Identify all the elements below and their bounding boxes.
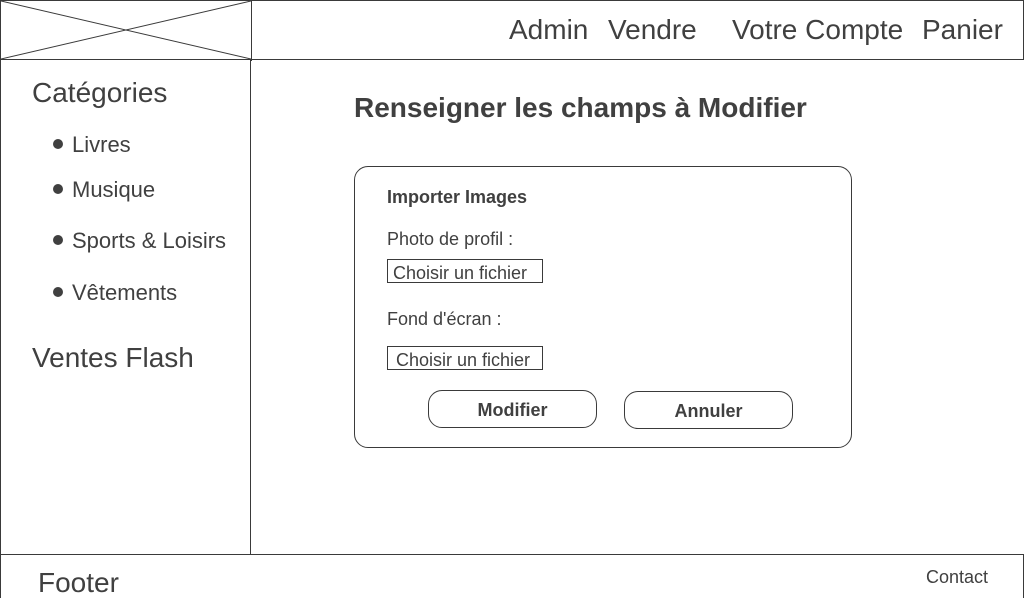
bullet-icon [53, 139, 63, 149]
sidebar: Catégories Livres Musique Sports & Loisi… [0, 59, 251, 555]
image-placeholder-icon [1, 1, 251, 59]
header: Admin Vendre Votre Compte Panier [0, 0, 1024, 61]
category-label: Musique [72, 177, 156, 202]
categories-heading: Catégories [32, 77, 168, 108]
footer-label: Footer [38, 567, 119, 598]
annuler-button[interactable]: Annuler [624, 391, 793, 429]
profile-photo-label: Photo de profil : [387, 229, 514, 249]
bullet-icon [53, 184, 63, 194]
page-title: Renseigner les champs à Modifier [354, 92, 807, 123]
nav-vendre[interactable]: Vendre [608, 14, 697, 46]
nav-panier[interactable]: Panier [922, 14, 1003, 46]
background-file-button[interactable]: Choisir un fichier [387, 346, 543, 370]
edit-images-form: Importer Images Photo de profil : Choisi… [354, 166, 852, 448]
category-label: Vêtements [72, 280, 178, 305]
contact-link[interactable]: Contact [926, 567, 988, 588]
modifier-button[interactable]: Modifier [428, 390, 597, 428]
profile-photo-file-button[interactable]: Choisir un fichier [387, 259, 543, 283]
form-section-title: Importer Images [387, 187, 528, 207]
category-livres[interactable]: Livres [53, 132, 131, 158]
footer: Footer Contact [0, 554, 1024, 598]
category-sports-loisirs[interactable]: Sports & Loisirs [53, 228, 226, 254]
background-label: Fond d'écran : [387, 309, 502, 329]
category-label: Livres [72, 132, 131, 157]
bullet-icon [53, 287, 63, 297]
category-label: Sports & Loisirs [72, 228, 227, 253]
ventes-flash-link[interactable]: Ventes Flash [32, 342, 194, 374]
nav-admin[interactable]: Admin [509, 14, 588, 46]
nav-votre-compte[interactable]: Votre Compte [732, 14, 903, 46]
category-vetements[interactable]: Vêtements [53, 280, 177, 306]
bullet-icon [53, 235, 63, 245]
logo-placeholder[interactable] [1, 1, 252, 61]
category-musique[interactable]: Musique [53, 177, 155, 203]
